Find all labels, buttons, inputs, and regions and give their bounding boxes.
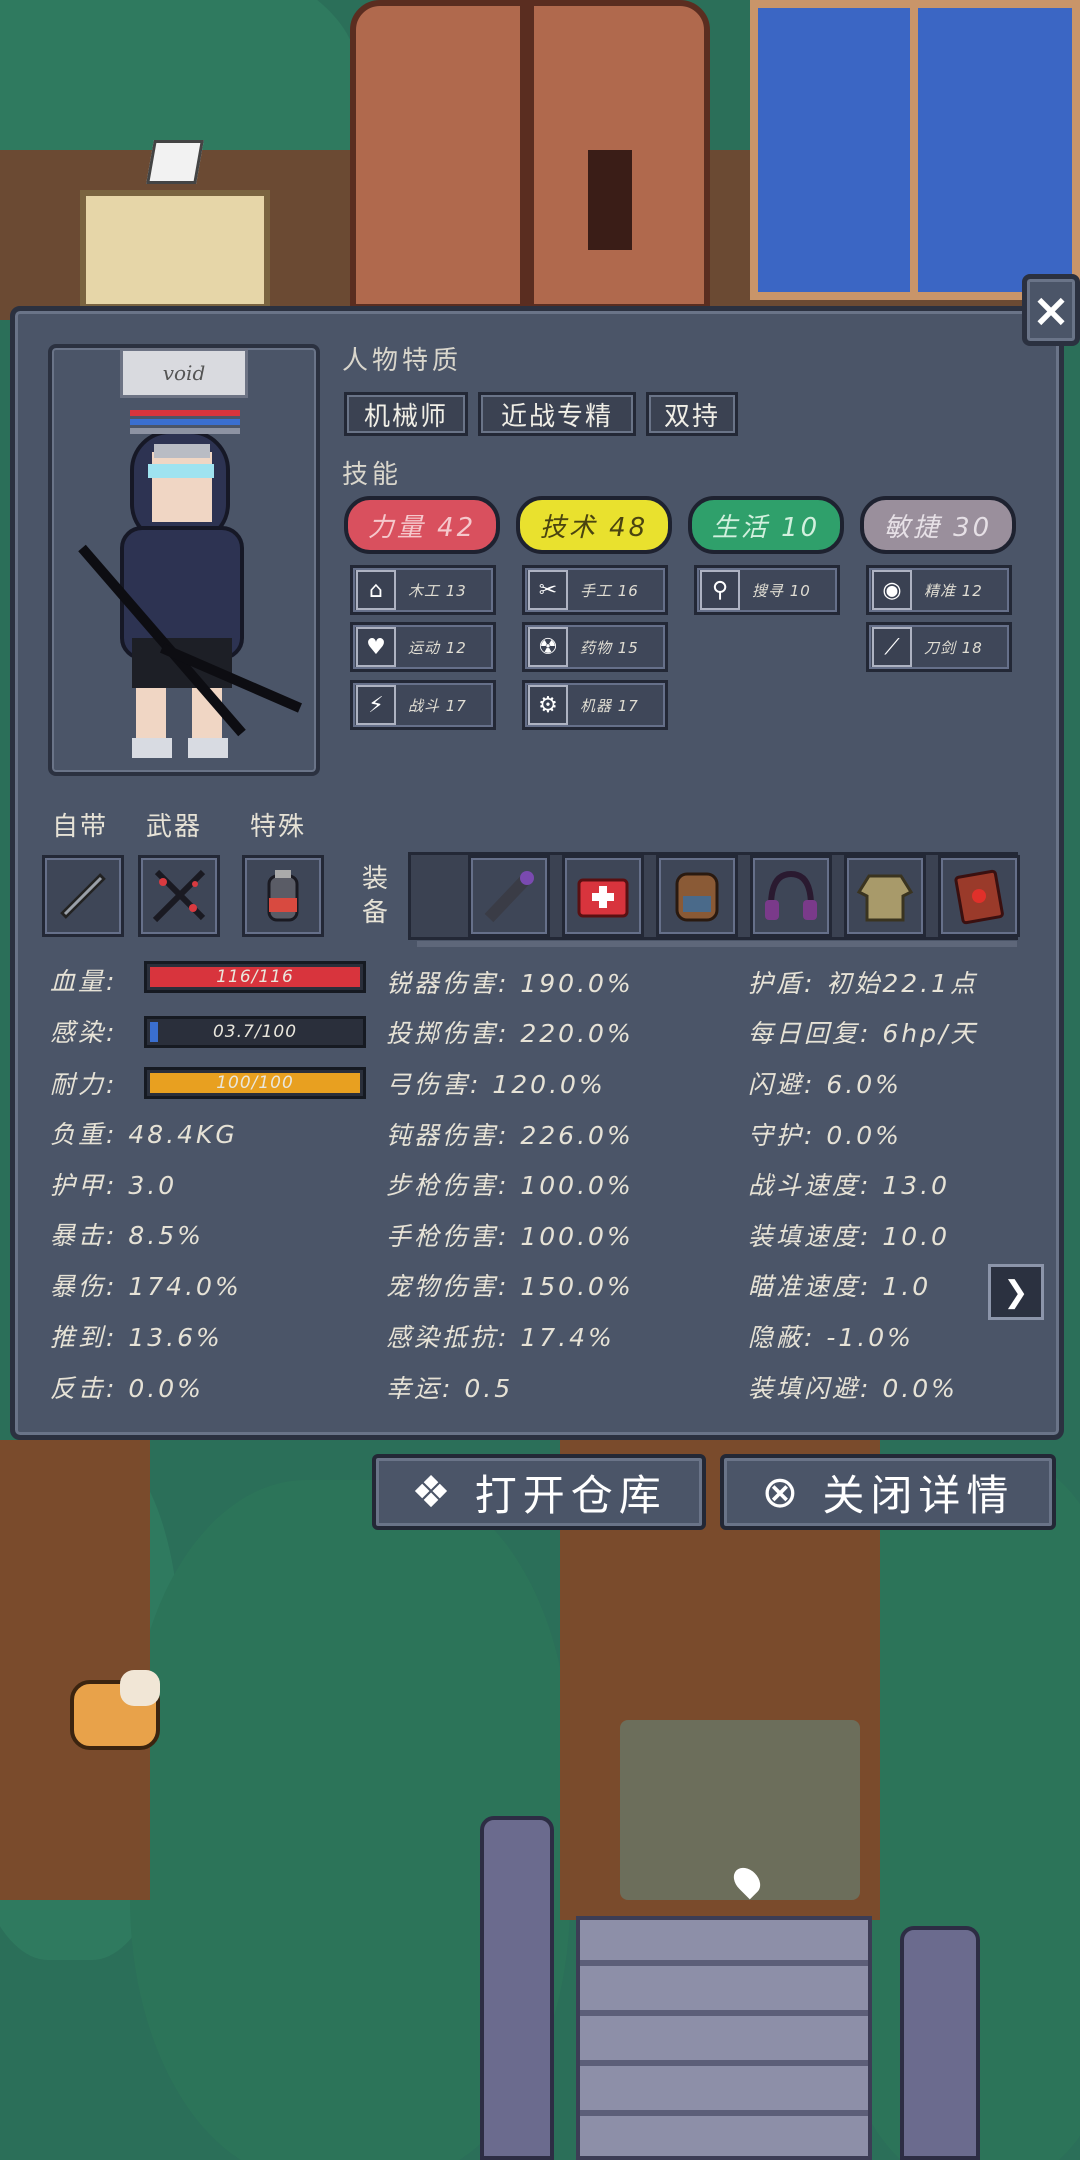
character-portrait (48, 344, 320, 776)
skill-carpentry[interactable]: ⌂ 木工 13 (350, 565, 496, 615)
stat-armor: 护甲: 3.0 (50, 1171, 178, 1200)
equip-slot-backpack[interactable] (656, 855, 738, 937)
trait-melee-mastery[interactable]: 近战专精 (478, 392, 636, 436)
skill-strength[interactable]: 力量 42 (344, 496, 500, 554)
stat-reload-speed: 装填速度: 10.0 (748, 1222, 951, 1251)
close-detail-button[interactable]: ⊗ 关闭详情 (720, 1454, 1056, 1530)
stat-guard: 守护: 0.0% (748, 1121, 902, 1150)
stat-crit-damage: 暴伤: 174.0% (50, 1272, 242, 1301)
equip-slot-headphones[interactable] (750, 855, 832, 937)
house-icon: ⌂ (356, 570, 396, 610)
magnifier-icon: ⚲ (700, 570, 740, 610)
stat-daily-regen: 每日回复: 6hp/天 (748, 1019, 979, 1048)
stat-weight: 负重: 48.4KG (50, 1120, 238, 1149)
gear-icon: ⚙ (528, 685, 568, 725)
medkit-icon (577, 878, 629, 918)
slot-label-weapon: 武器 (146, 812, 203, 842)
skill-life[interactable]: 生活 10 (688, 496, 844, 554)
slot-weapon-dual-swords[interactable] (138, 855, 220, 937)
grenade-icon (267, 870, 299, 922)
stat-sharp-damage: 锐器伤害: 190.0% (386, 969, 634, 998)
flashlight-icon (484, 871, 534, 923)
storage-icon: ❖ (411, 1466, 457, 1518)
blade-icon: ⟋ (872, 627, 912, 667)
stat-luck: 幸运: 0.5 (386, 1374, 514, 1403)
stat-counter: 反击: 0.0% (50, 1374, 204, 1403)
stat-dodge: 闪避: 6.0% (748, 1070, 902, 1099)
skill-machinery[interactable]: ⚙ 机器 17 (522, 680, 668, 730)
stat-rifle-damage: 步枪伤害: 100.0% (386, 1171, 634, 1200)
stone-pillar (900, 1926, 980, 2160)
dual-swords-icon (152, 869, 206, 923)
equip-slot-book[interactable] (938, 855, 1020, 937)
character-name-tag: void (120, 348, 248, 398)
open-storage-button[interactable]: ❖ 打开仓库 (372, 1454, 706, 1530)
scissors-icon: ✂ (528, 570, 568, 610)
stat-knockdown: 推到: 13.6% (50, 1323, 223, 1352)
stat-throw-damage: 投掷伤害: 220.0% (386, 1019, 634, 1048)
backpack-icon (675, 872, 719, 922)
stat-bow-damage: 弓伤害: 120.0% (386, 1070, 606, 1099)
stamina-label: 耐力: (50, 1070, 118, 1099)
stat-combat-speed: 战斗速度: 13.0 (748, 1171, 951, 1200)
equip-label: 装备 (362, 864, 389, 928)
infection-bar: 03.7/100 (144, 1016, 366, 1048)
stone-pillar (480, 1816, 554, 2160)
close-panel-button[interactable]: × (1022, 274, 1080, 346)
skill-accuracy[interactable]: ◉ 精准 12 (866, 565, 1012, 615)
eye-icon: ◉ (872, 570, 912, 610)
traits-title: 人物特质 (342, 346, 463, 376)
next-page-button[interactable]: ❯ (988, 1264, 1044, 1320)
trait-mechanic[interactable]: 机械师 (344, 392, 468, 436)
stamina-bar: 100/100 (144, 1067, 366, 1099)
skill-blades[interactable]: ⟋ 刀剑 18 (866, 622, 1012, 672)
equip-slot-medkit[interactable] (562, 855, 644, 937)
stat-pistol-damage: 手枪伤害: 100.0% (386, 1222, 634, 1251)
skill-athletics[interactable]: ♥ 运动 12 (350, 622, 496, 672)
stat-stealth: 隐蔽: -1.0% (748, 1323, 914, 1352)
skills-title: 技能 (342, 460, 403, 490)
stat-shield: 护盾: 初始22.1点 (748, 969, 979, 998)
radiation-icon: ☢ (528, 627, 568, 667)
trait-dual-wield[interactable]: 双持 (646, 392, 738, 436)
close-icon: × (1031, 283, 1071, 337)
stone-stairs (576, 1916, 872, 2160)
close-circle-icon: ⊗ (761, 1466, 805, 1518)
skill-scavenging[interactable]: ⚲ 搜寻 10 (694, 565, 840, 615)
wooden-crate (80, 190, 270, 310)
stat-blunt-damage: 钝器伤害: 226.0% (386, 1121, 634, 1150)
hp-label: 血量: (50, 967, 118, 996)
skill-technique[interactable]: 技术 48 (516, 496, 672, 554)
slot-self-knife[interactable] (42, 855, 124, 937)
slot-special-grenade[interactable] (242, 855, 324, 937)
skill-combat[interactable]: ⚡ 战斗 17 (350, 680, 496, 730)
hp-bar: 116/116 (144, 961, 366, 993)
jacket-icon (856, 874, 914, 922)
mini-status-bars (130, 410, 240, 437)
chevron-right-icon: ❯ (1003, 1274, 1029, 1310)
equip-slot-jacket[interactable] (844, 855, 926, 937)
stat-pet-damage: 宠物伤害: 150.0% (386, 1272, 634, 1301)
headphones-icon (765, 870, 817, 920)
skill-crafting[interactable]: ✂ 手工 16 (522, 565, 668, 615)
slot-label-special: 特殊 (250, 812, 307, 842)
equip-slot-flashlight[interactable] (468, 855, 550, 937)
heart-icon: ♥ (356, 627, 396, 667)
skill-medicine[interactable]: ☢ 药物 15 (522, 622, 668, 672)
book-icon (954, 869, 1004, 925)
slot-label-self: 自带 (52, 812, 109, 842)
skill-agility[interactable]: 敏捷 30 (860, 496, 1016, 554)
infection-label: 感染: (50, 1018, 118, 1047)
knife-icon (60, 873, 106, 919)
lightning-fist-icon: ⚡ (356, 685, 396, 725)
stat-infection-resist: 感染抵抗: 17.4% (386, 1323, 615, 1352)
stat-aim-speed: 瞄准速度: 1.0 (748, 1272, 932, 1301)
stat-reload-dodge: 装填闪避: 0.0% (748, 1374, 958, 1403)
stat-crit: 暴击: 8.5% (50, 1221, 204, 1250)
